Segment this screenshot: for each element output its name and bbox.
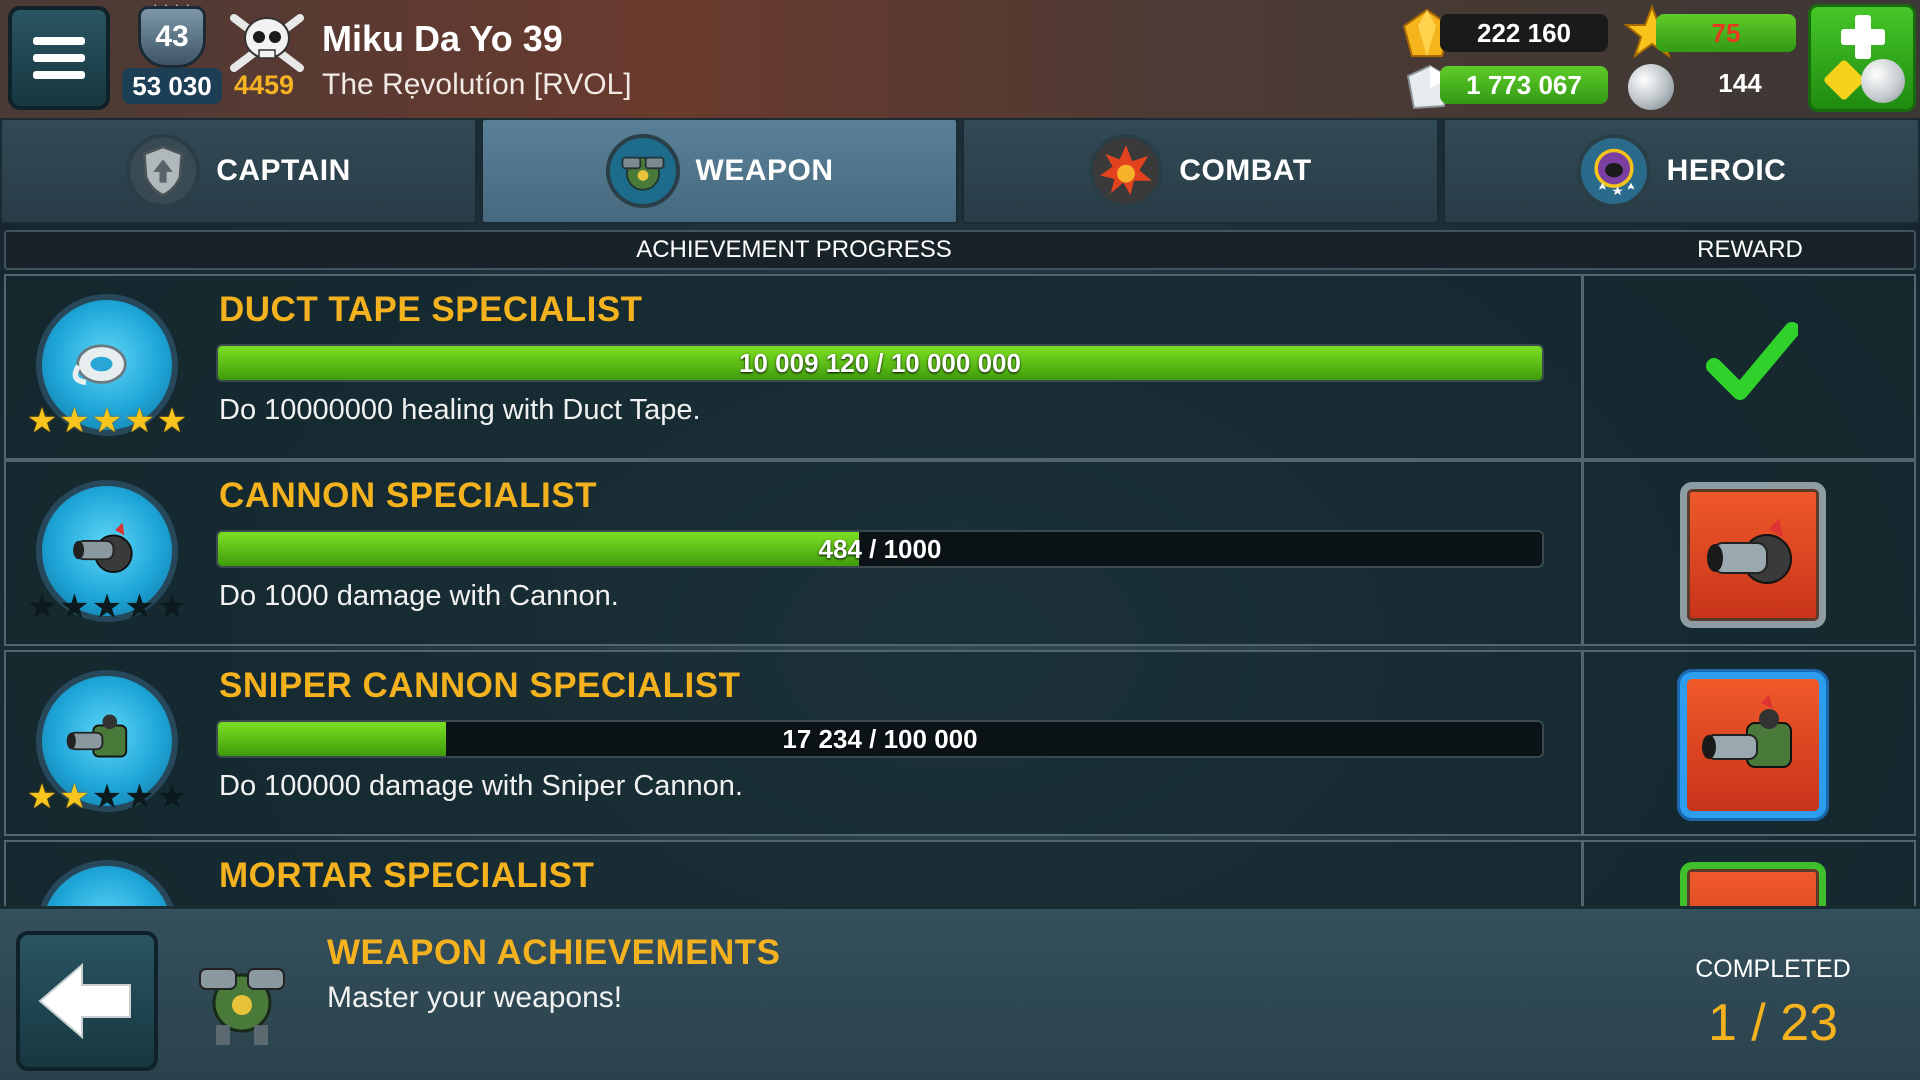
achievement-row: MORTAR SPECIALIST [4,840,1916,906]
completed-label: COMPLETED [1695,955,1851,983]
category-title: WEAPON ACHIEVEMENTS [327,933,781,972]
star-icon: ★ [156,402,188,440]
heroic-helmet-icon [1576,134,1651,208]
footer-bar: WEAPON ACHIEVEMENTS Master your weapons!… [0,906,1920,1080]
achievement-title: DUCT TAPE SPECIALIST [219,290,643,329]
reward-cell [1586,652,1914,834]
star-icon: ★ [26,588,58,626]
tab-weapon[interactable]: WEAPON [481,118,958,224]
checkmark-icon [1706,322,1798,400]
achievement-info: ★ ★ ★ ★ ★ SNIPER CANNON SPECIALIST 17 23… [6,652,1584,834]
tab-captain[interactable]: CAPTAIN [0,118,477,224]
achievement-tabs: CAPTAIN WEAPON COMBAT HEROIC [0,118,1920,224]
star-icon: ★ [59,778,90,816]
mortar-reward-card[interactable] [1680,862,1826,906]
star-icon: ★ [156,588,188,626]
achievement-title: CANNON SPECIALIST [219,476,597,515]
cannon-reward-card[interactable] [1680,482,1826,628]
star-icon: ★ [91,402,123,440]
sniper-cannon-icon [1702,695,1792,768]
achievement-stars: ★ ★ ★ ★ ★ [22,590,192,624]
achievement-info: MORTAR SPECIALIST [6,842,1584,906]
player-name[interactable]: Miku Da Yo 39 [322,18,563,60]
top-bar: ★★★★ 43 53 030 4459 Miku Da Yo 39 The Rẹ… [0,0,1920,118]
reward-cell [1586,462,1914,644]
pearl-amount: 144 [1718,68,1762,98]
combat-explosion-icon [1089,134,1164,208]
achievement-row: ★ ★ ★ ★ ★ DUCT TAPE SPECIALIST 10 009 12… [4,274,1916,460]
category-subtitle: Master your weapons! [327,981,623,1014]
completed-count: 1 / 23 [1707,994,1839,1052]
skull-crossbones-icon [230,14,304,72]
progress-text: 17 234 / 100 000 [782,724,978,754]
star-icon: ★ [26,778,58,816]
achievement-info: ★ ★ ★ ★ ★ DUCT TAPE SPECIALIST 10 009 12… [6,276,1584,458]
sniper-cannon-reward-card[interactable] [1680,672,1826,818]
progress-bar: 17 234 / 100 000 [216,720,1544,758]
star-icon: ★ [91,778,123,816]
achievement-progress-header: ACHIEVEMENT PROGRESS [636,236,952,263]
reward-header: REWARD [1697,236,1803,263]
tab-label: WEAPON [695,154,834,187]
tab-combat[interactable]: COMBAT [962,118,1439,224]
reward-cell [1586,276,1914,458]
tab-label: COMBAT [1179,154,1312,187]
achievement-stars: ★ ★ ★ ★ ★ [22,780,192,814]
plus-icon [1841,29,1885,45]
star-icon: ★ [59,588,90,626]
weapon-turret-icon [605,134,680,208]
achievement-description: Do 10000000 healing with Duct Tape. [219,394,701,426]
star-icon: ★ [91,588,123,626]
menu-button[interactable] [8,6,110,110]
achievement-title: MORTAR SPECIALIST [219,856,595,895]
star-icon: ★ [59,402,90,440]
menu-icon-line [33,54,85,62]
alliance-name[interactable]: The Rẹvolutíon [RVOL] [322,68,632,102]
gold-amount: 222 160 [1440,14,1608,52]
skull-count: 4459 [234,70,295,100]
achievement-list[interactable]: ★ ★ ★ ★ ★ DUCT TAPE SPECIALIST 10 009 12… [4,274,1916,906]
tab-label: HEROIC [1666,154,1787,187]
progress-bar: 10 009 120 / 10 000 000 [216,344,1544,382]
star-icon: ★ [124,588,155,626]
pearl-icon [1861,59,1905,103]
star-icon: ★ [156,778,188,816]
star-icon: ★ [124,402,155,440]
player-level-badge[interactable]: 43 [138,6,206,68]
silver-amount: 1 773 067 [1440,66,1608,104]
menu-icon-line [33,71,85,79]
tab-label: CAPTAIN [216,154,351,187]
weapon-turret-icon [199,968,285,1045]
gem-icon [1822,58,1866,102]
back-arrow-icon [38,962,131,1040]
trophy-count: 53 030 [122,68,222,104]
mortar-icon [36,860,178,906]
pearl-icon [1628,64,1674,110]
buy-currency-button[interactable] [1808,4,1916,112]
achievement-row: ★ ★ ★ ★ ★ CANNON SPECIALIST 484 / 1000 D… [4,460,1916,646]
star-icon: ★ [26,402,58,440]
captain-shield-icon [126,134,201,208]
progress-text: 10 009 120 / 10 000 000 [739,348,1021,378]
achievement-stars: ★ ★ ★ ★ ★ [22,404,192,438]
achievement-description: Do 1000 damage with Cannon. [219,580,619,612]
tab-heroic[interactable]: HEROIC [1443,118,1920,224]
achievement-info: ★ ★ ★ ★ ★ CANNON SPECIALIST 484 / 1000 D… [6,462,1584,644]
table-header: ACHIEVEMENT PROGRESS REWARD [4,230,1916,270]
reward-cell [1586,842,1914,906]
star-icon: ★ [124,778,155,816]
achievement-description: Do 100000 damage with Sniper Cannon. [219,770,743,802]
achievement-title: SNIPER CANNON SPECIALIST [219,666,741,705]
cannon-icon [1707,519,1792,584]
back-button[interactable] [16,931,158,1071]
menu-icon-line [33,37,85,45]
progress-bar: 484 / 1000 [216,530,1544,568]
progress-text: 484 / 1000 [818,534,942,564]
achievement-row: ★ ★ ★ ★ ★ SNIPER CANNON SPECIALIST 17 23… [4,650,1916,836]
energy-amount: 75 [1656,14,1796,52]
